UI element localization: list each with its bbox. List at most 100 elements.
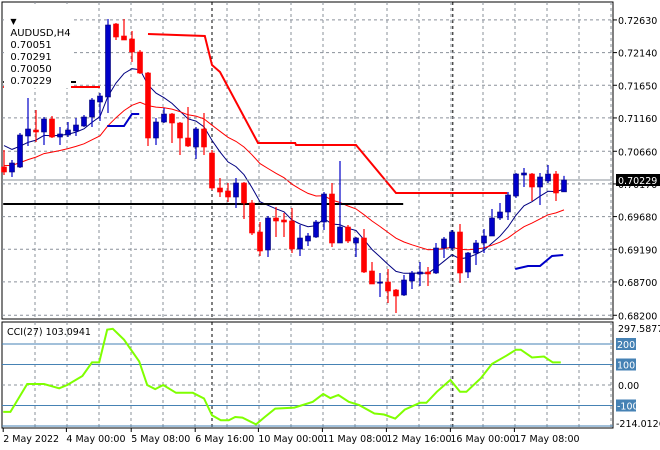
candle-bull xyxy=(465,252,471,273)
candle-bull xyxy=(417,271,423,275)
candle-bear xyxy=(329,193,335,244)
candle-bull xyxy=(17,134,23,168)
candle-bull xyxy=(513,173,519,197)
candle-bull xyxy=(505,194,511,213)
candle-bear xyxy=(185,137,191,147)
high-value: 0.70291 xyxy=(10,52,52,63)
open-value: 0.70051 xyxy=(10,40,52,51)
candle-bear xyxy=(49,118,55,138)
candle-bull xyxy=(305,235,311,242)
candle-bear xyxy=(273,217,279,222)
y-tick-label: 0.70660 xyxy=(618,147,657,158)
candle-bear xyxy=(33,129,39,133)
candle-bull xyxy=(449,231,455,249)
candle-bull xyxy=(537,176,543,188)
current-price-label: 0.70229 xyxy=(618,176,657,187)
candle-bull xyxy=(337,226,343,244)
triangle-down-icon[interactable]: ▼ xyxy=(10,17,16,26)
y-tick-label: 0.69190 xyxy=(618,245,657,256)
y-tick-label: 0.69680 xyxy=(618,213,657,224)
x-tick-label: 12 May 16:00 xyxy=(386,434,451,445)
candle-bear xyxy=(201,128,207,148)
x-tick-label: 5 May 08:00 xyxy=(131,434,190,445)
low-value: 0.70050 xyxy=(10,64,52,75)
candle-bull xyxy=(353,237,359,244)
candle-bear xyxy=(345,226,351,242)
candle-bear xyxy=(281,219,287,223)
candle-bull xyxy=(313,221,319,238)
cci-level-label: 200 xyxy=(617,340,635,351)
candle-bull xyxy=(441,238,447,249)
candle-bear xyxy=(225,190,231,198)
candle-bear xyxy=(137,51,143,74)
candle-bull xyxy=(409,272,415,282)
candle-bear xyxy=(361,237,367,273)
x-tick-label: 6 May 16:00 xyxy=(195,434,254,445)
candle-bull xyxy=(9,162,15,173)
candle-bull xyxy=(481,235,487,244)
candle-bear xyxy=(249,202,255,234)
candle-bull xyxy=(401,279,407,296)
candle-bull xyxy=(489,217,495,237)
candle-bear xyxy=(393,289,399,297)
candle-bull xyxy=(545,173,551,182)
candle-bear xyxy=(209,152,215,189)
candle-bear xyxy=(241,182,247,204)
candle-bull xyxy=(265,217,271,251)
candle-bull xyxy=(25,128,31,137)
candle-bull xyxy=(497,211,503,219)
candle-bear xyxy=(289,220,295,250)
candle-bull xyxy=(193,128,199,148)
x-tick-label: 17 May 08:00 xyxy=(514,434,579,445)
cci-level-label: -100 xyxy=(617,402,639,413)
y-tick-label: 0.71160 xyxy=(618,114,657,125)
candle-bull xyxy=(233,182,239,198)
candle-bear xyxy=(385,281,391,292)
candle-bear xyxy=(113,23,119,38)
candle-bull xyxy=(153,121,159,139)
x-tick-label: 2 May 2022 xyxy=(3,434,59,445)
candle-bear xyxy=(145,72,151,139)
y-tick-label: 0.68700 xyxy=(618,278,657,289)
candle-bull xyxy=(41,118,47,133)
x-tick-label: 4 May 00:00 xyxy=(66,434,125,445)
y-tick-label: 0.71650 xyxy=(618,81,657,92)
y-tick-label: 0.72140 xyxy=(618,49,657,60)
main-plot-frame xyxy=(1,1,614,320)
cci-max-label: 297.5877 xyxy=(618,324,660,335)
candle-bull xyxy=(297,237,303,250)
x-tick-label: 16 May 00:00 xyxy=(450,434,515,445)
candle-bear xyxy=(529,173,535,188)
candle-bull xyxy=(57,133,63,138)
candle-bear xyxy=(129,38,135,53)
x-tick-label: 11 May 08:00 xyxy=(322,434,387,445)
candle-bear xyxy=(553,173,559,194)
candle-bear xyxy=(169,113,175,124)
candle-bull xyxy=(81,116,87,127)
candle-bull xyxy=(97,95,103,103)
candle-bear xyxy=(177,122,183,139)
candle-bull xyxy=(73,124,79,132)
y-tick-label: 0.72630 xyxy=(618,16,657,27)
candle-bull xyxy=(473,242,479,254)
candle-bull xyxy=(561,179,567,193)
candle-bull xyxy=(321,193,327,223)
symbol-label: AUDUSD,H4 xyxy=(10,28,71,39)
close-value: 0.70229 xyxy=(10,76,52,87)
cci-zero-label: 0.00 xyxy=(618,381,639,392)
candle-bull xyxy=(105,24,111,98)
candle-bear xyxy=(425,271,431,275)
candle-bull xyxy=(433,247,439,274)
candle-bull xyxy=(521,172,527,176)
candle-bear xyxy=(457,231,463,274)
cci-min-label: -214.0126 xyxy=(616,419,660,430)
cci-title: CCI(27) 103.0941 xyxy=(7,327,91,338)
candle-bear xyxy=(1,166,7,173)
cci-plot-frame xyxy=(1,321,614,429)
candle-bear xyxy=(257,231,263,252)
cci-level-label: 100 xyxy=(617,361,635,372)
candle-bear xyxy=(217,187,223,193)
candle-bull xyxy=(89,99,95,118)
chart-canvas: 0.726300.721400.716500.711600.706600.701… xyxy=(1,1,660,445)
candle-bear xyxy=(369,270,375,285)
